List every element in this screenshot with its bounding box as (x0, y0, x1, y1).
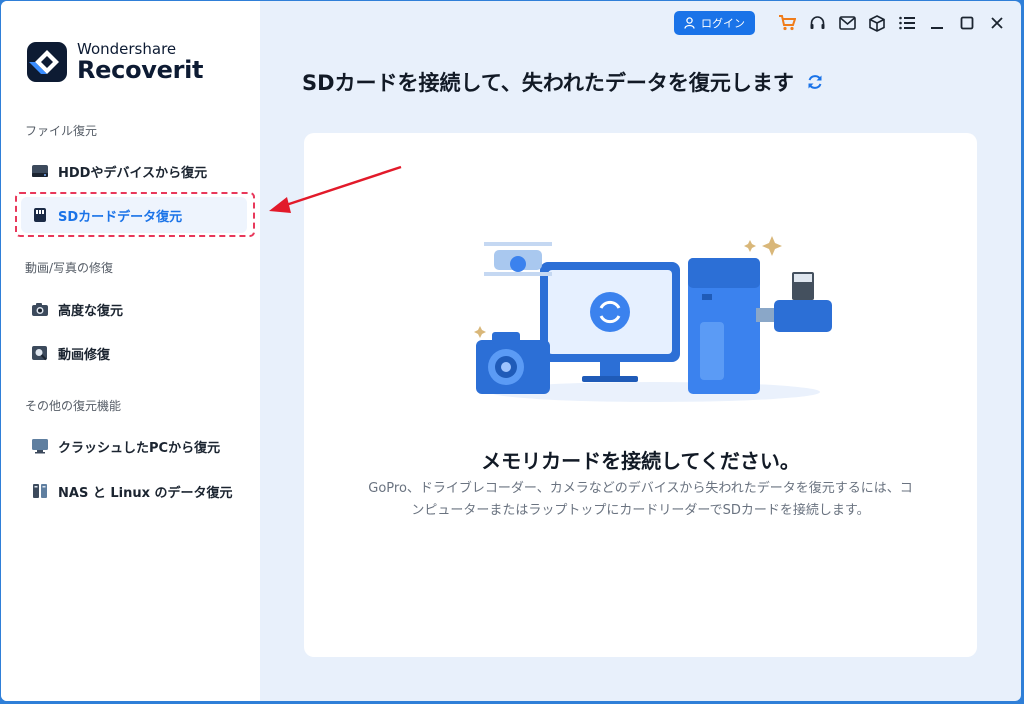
device-illustration (474, 236, 832, 402)
section-label-other-recovery: その他の復元機能 (25, 399, 122, 413)
menu-icon[interactable] (897, 13, 917, 33)
card-heading: メモリカードを接続してください。 (481, 449, 800, 473)
sidebar-item-label: 動画修復 (58, 347, 111, 363)
mail-icon[interactable] (837, 13, 857, 33)
app-logo: Wondershare Recoverit (27, 40, 204, 84)
product-name: Recoverit (77, 56, 204, 84)
sidebar-item-advanced-recovery[interactable]: 高度な復元 (21, 291, 247, 327)
maximize-icon[interactable] (957, 13, 977, 33)
recoverit-logo-icon (27, 42, 67, 82)
brand-name: Wondershare (77, 40, 177, 58)
minimize-icon[interactable] (927, 13, 947, 33)
monitor-icon (31, 437, 49, 455)
video-repair-icon (31, 344, 49, 362)
sidebar-item-label: NAS と Linux のデータ復元 (58, 485, 233, 501)
user-icon (684, 17, 695, 29)
login-label: ログイン (701, 17, 745, 30)
sidebar-item-hdd-recovery[interactable]: HDDやデバイスから復元 (21, 153, 247, 189)
sidebar-item-label: 高度な復元 (58, 303, 124, 319)
main-panel: ログイン SDカードを接続して、失われたデータを復元します メモリカードを接続し… (260, 1, 1021, 701)
close-icon[interactable] (987, 13, 1007, 33)
headset-icon[interactable] (807, 13, 827, 33)
sidebar-item-nas-linux[interactable]: NAS と Linux のデータ復元 (21, 473, 247, 509)
sidebar-item-crashed-pc[interactable]: クラッシュしたPCから復元 (21, 428, 247, 464)
camera-icon (31, 300, 49, 318)
sidebar: Wondershare Recoverit ファイル復元 HDDやデバイスから復… (1, 1, 260, 701)
cart-icon[interactable] (777, 13, 797, 33)
title-bar: ログイン (674, 11, 1007, 35)
hdd-icon (31, 162, 49, 180)
section-label-video-photo-repair: 動画/写真の修復 (25, 261, 114, 275)
cube-icon[interactable] (867, 13, 887, 33)
sidebar-item-label: HDDやデバイスから復元 (58, 165, 208, 181)
section-label-file-recovery: ファイル復元 (25, 124, 98, 138)
page-title-text: SDカードを接続して、失われたデータを復元します (302, 71, 794, 95)
refresh-icon[interactable] (806, 73, 824, 91)
nas-icon (31, 482, 49, 500)
sidebar-item-video-repair[interactable]: 動画修復 (21, 335, 247, 371)
connect-card: メモリカードを接続してください。 GoPro、ドライブレコーダー、カメラなどのデ… (304, 133, 977, 657)
app-window: Wondershare Recoverit ファイル復元 HDDやデバイスから復… (1, 1, 1021, 701)
login-button[interactable]: ログイン (674, 11, 755, 35)
sidebar-item-label: クラッシュしたPCから復元 (58, 440, 221, 456)
highlight-box (15, 192, 255, 237)
card-description: GoPro、ドライブレコーダー、カメラなどのデバイスから失われたデータを復元する… (368, 481, 913, 518)
page-title: SDカードを接続して、失われたデータを復元します (302, 67, 824, 97)
